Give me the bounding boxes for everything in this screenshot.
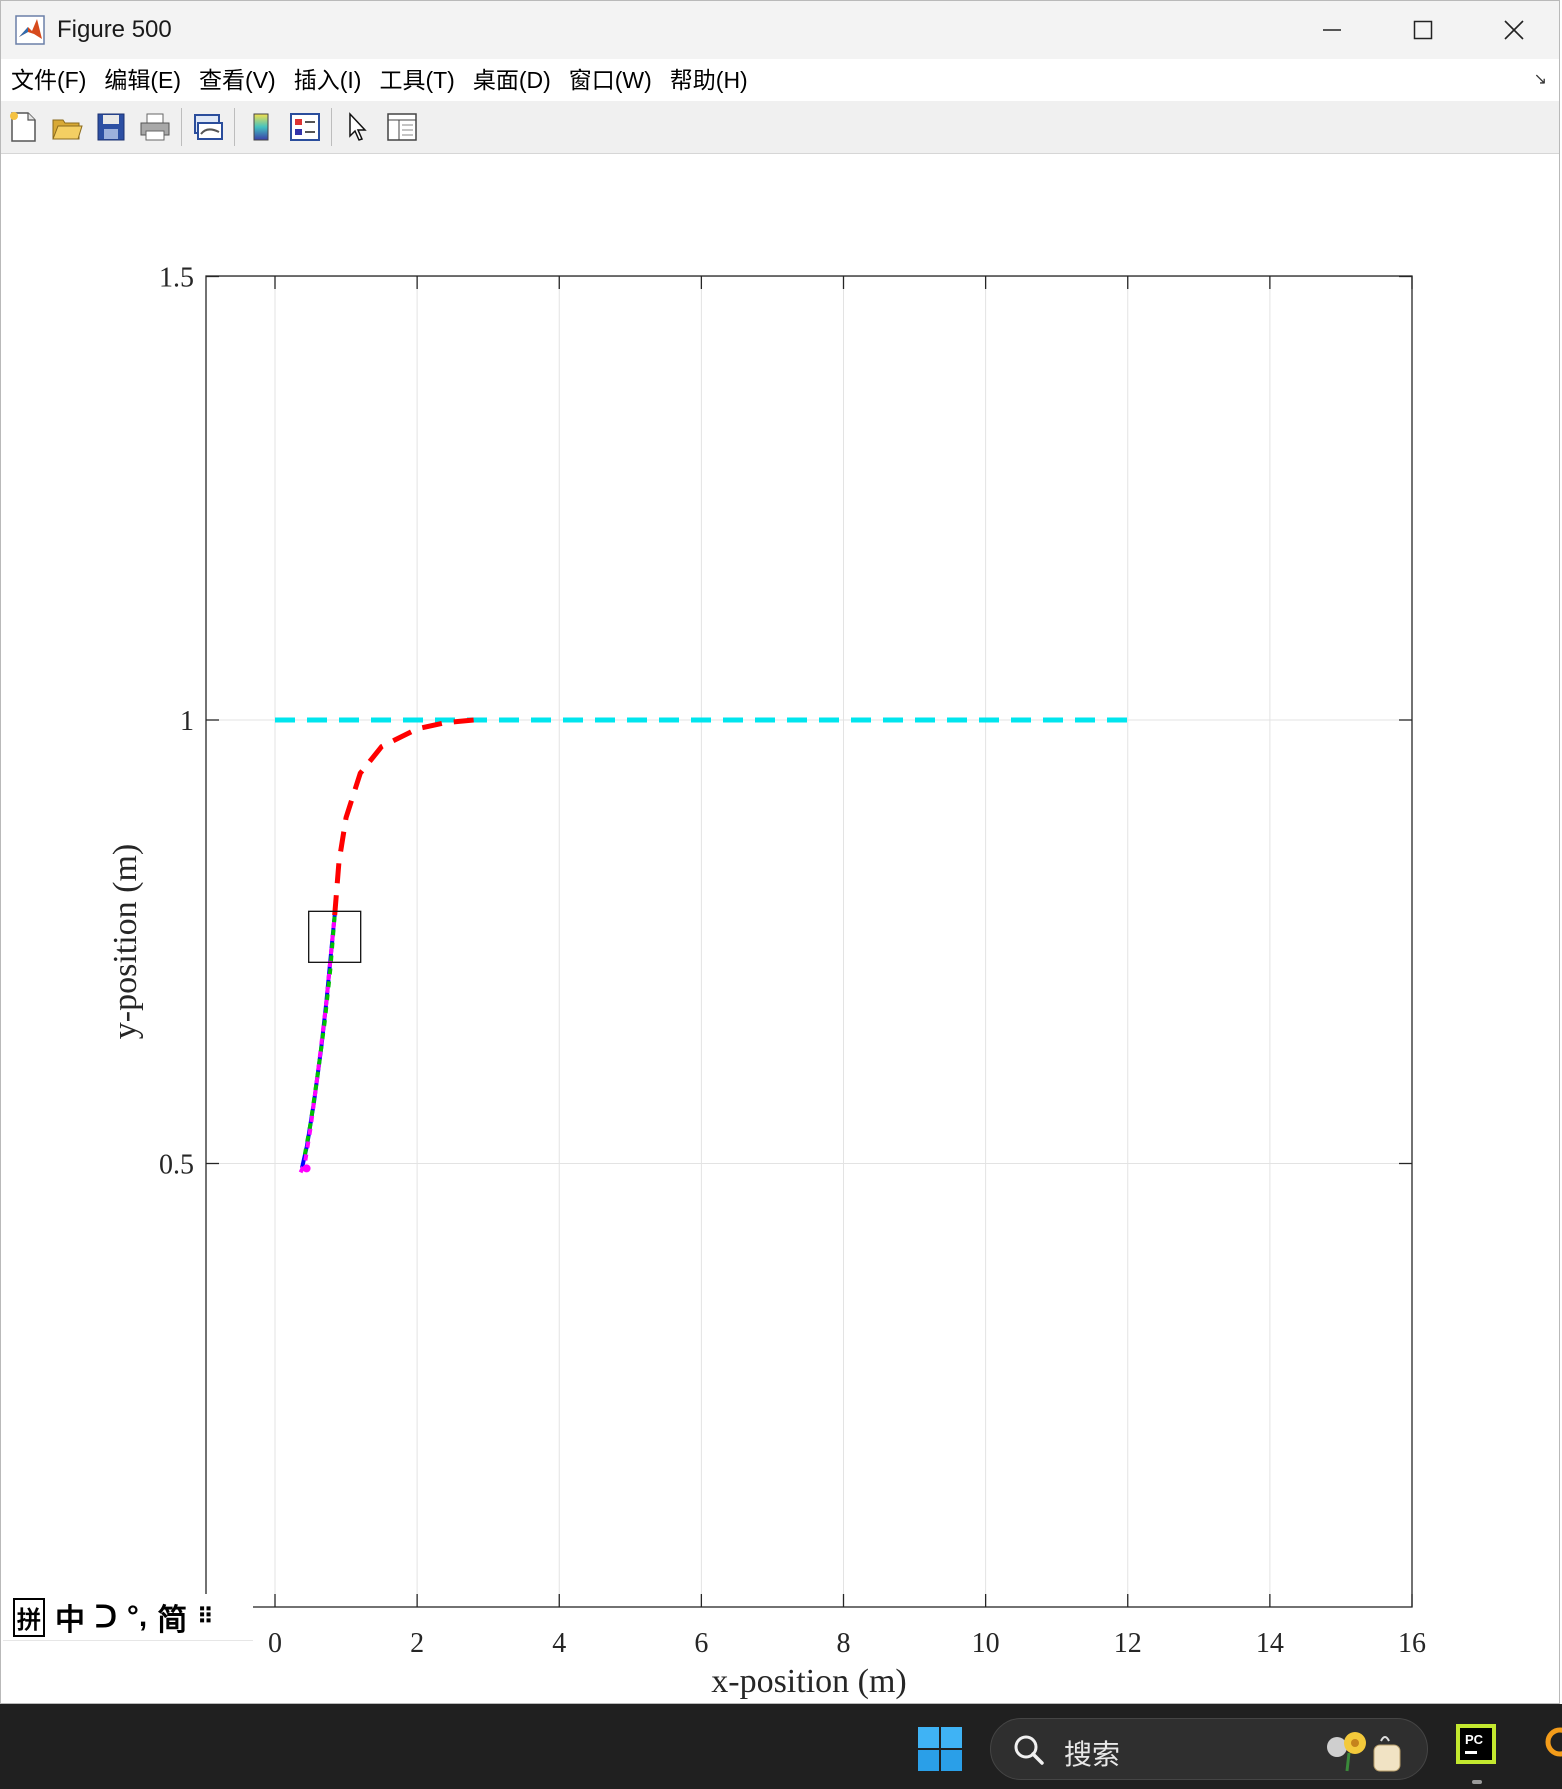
save-icon	[97, 113, 125, 141]
select-arrow-button[interactable]	[336, 105, 380, 149]
select-arrow-icon	[349, 112, 367, 141]
start-point-marker	[302, 1164, 311, 1173]
menu-window[interactable]: 窗口(W)	[560, 59, 661, 101]
menu-insert[interactable]: 插入(I)	[285, 59, 371, 101]
minimize-icon	[1322, 29, 1341, 31]
close-button[interactable]	[1468, 1, 1559, 59]
menu-file[interactable]: 文件(F)	[1, 59, 95, 101]
x-axis-label: x-position (m)	[711, 1663, 906, 1700]
x-tick-label: 10	[972, 1628, 1000, 1659]
x-tick-label: 0	[268, 1628, 282, 1659]
open-file-button[interactable]	[45, 105, 89, 149]
ime-toolbar[interactable]: 拼 中 ᑐ °, 简 ⠿	[3, 1594, 253, 1641]
menu-view[interactable]: 查看(V)	[190, 59, 285, 101]
save-button[interactable]	[89, 105, 133, 149]
close-icon	[1503, 20, 1524, 40]
menu-edit[interactable]: 编辑(E)	[95, 59, 190, 101]
x-tick-label: 6	[694, 1628, 708, 1659]
colorbar-button[interactable]	[239, 105, 283, 149]
figure-toolbar	[1, 101, 1559, 154]
link-plot-icon	[194, 114, 223, 140]
menu-help[interactable]: 帮助(H)	[661, 59, 757, 101]
new-figure-button[interactable]	[1, 105, 45, 149]
new-figure-icon	[10, 112, 36, 142]
trajectory-plot[interactable]: 0 2 4 6 8 10 12 14 16 0.5 1 1.5 x-position (m) y-posi…	[1, 154, 1560, 1704]
series-1-line	[332, 717, 475, 916]
legend-icon	[290, 113, 320, 141]
pycharm-app-icon[interactable]: PC	[1456, 1724, 1496, 1764]
y-tick-label: 1	[180, 706, 194, 737]
x-tick-label: 16	[1398, 1628, 1426, 1659]
title-bar: Figure 500	[1, 1, 1559, 59]
menu-tools[interactable]: 工具(T)	[370, 59, 463, 101]
legend-button[interactable]	[283, 105, 327, 149]
link-plot-button[interactable]	[186, 105, 230, 149]
app-icon[interactable]	[1540, 1724, 1562, 1768]
ime-settings-icon[interactable]: ⠿	[197, 1604, 213, 1630]
property-inspector-button[interactable]	[380, 105, 424, 149]
x-tick-label: 4	[552, 1628, 566, 1659]
ime-halfwidth-icon[interactable]: ᑐ	[95, 1600, 117, 1635]
search-highlight-flowers-icon	[1327, 1732, 1401, 1772]
x-tick-label: 8	[837, 1628, 851, 1659]
matlab-logo-icon	[15, 15, 45, 45]
window-title: Figure 500	[57, 16, 172, 43]
plot-axes-box	[205, 275, 1413, 1608]
maximize-icon	[1413, 20, 1432, 40]
ime-punctuation-icon[interactable]: °,	[127, 1600, 147, 1634]
series-4-line	[298, 914, 337, 1174]
figure-window: Figure 500 文件(F) 编辑(E) 查看(V) 插入(I) 工具(T)…	[0, 0, 1560, 1704]
y-tick-label: 1.5	[159, 263, 194, 294]
ime-chinese-mode[interactable]: 中	[55, 1595, 85, 1639]
toolbar-separator	[331, 108, 332, 146]
y-axis-label: y-position (m)	[107, 844, 144, 1039]
print-icon	[140, 113, 170, 141]
svg-text:PC: PC	[1465, 1732, 1484, 1747]
x-tick-label: 12	[1114, 1628, 1142, 1659]
property-inspector-icon	[387, 113, 417, 141]
windows-start-icon[interactable]	[917, 1726, 963, 1772]
maximize-button[interactable]	[1377, 1, 1468, 59]
y-tick-label: 0.5	[159, 1150, 194, 1181]
open-file-icon	[52, 119, 83, 140]
x-tick-label: 2	[410, 1628, 424, 1659]
taskbar: 搜索 PC	[0, 1704, 1562, 1789]
search-placeholder: 搜索	[1064, 1739, 1121, 1770]
print-button[interactable]	[133, 105, 177, 149]
ime-pinyin-icon[interactable]: 拼	[13, 1597, 45, 1637]
toolbar-separator	[181, 108, 182, 146]
x-tick-label: 14	[1256, 1628, 1284, 1659]
colorbar-icon	[253, 113, 269, 141]
figure-canvas[interactable]: 0 2 4 6 8 10 12 14 16 0.5 1 1.5 x-position (m) y-posi…	[1, 154, 1560, 1704]
ime-simplified-mode[interactable]: 简	[157, 1595, 187, 1639]
toolbar-separator	[234, 108, 235, 146]
minimize-button[interactable]	[1286, 1, 1377, 59]
menu-desktop[interactable]: 桌面(D)	[464, 59, 560, 101]
running-indicator	[1472, 1780, 1482, 1784]
search-icon	[1014, 1735, 1044, 1765]
menu-dock-arrow-icon[interactable]: ↘	[1534, 69, 1547, 89]
menu-bar: 文件(F) 编辑(E) 查看(V) 插入(I) 工具(T) 桌面(D) 窗口(W…	[1, 59, 1559, 101]
taskbar-search[interactable]: 搜索	[990, 1718, 1428, 1780]
